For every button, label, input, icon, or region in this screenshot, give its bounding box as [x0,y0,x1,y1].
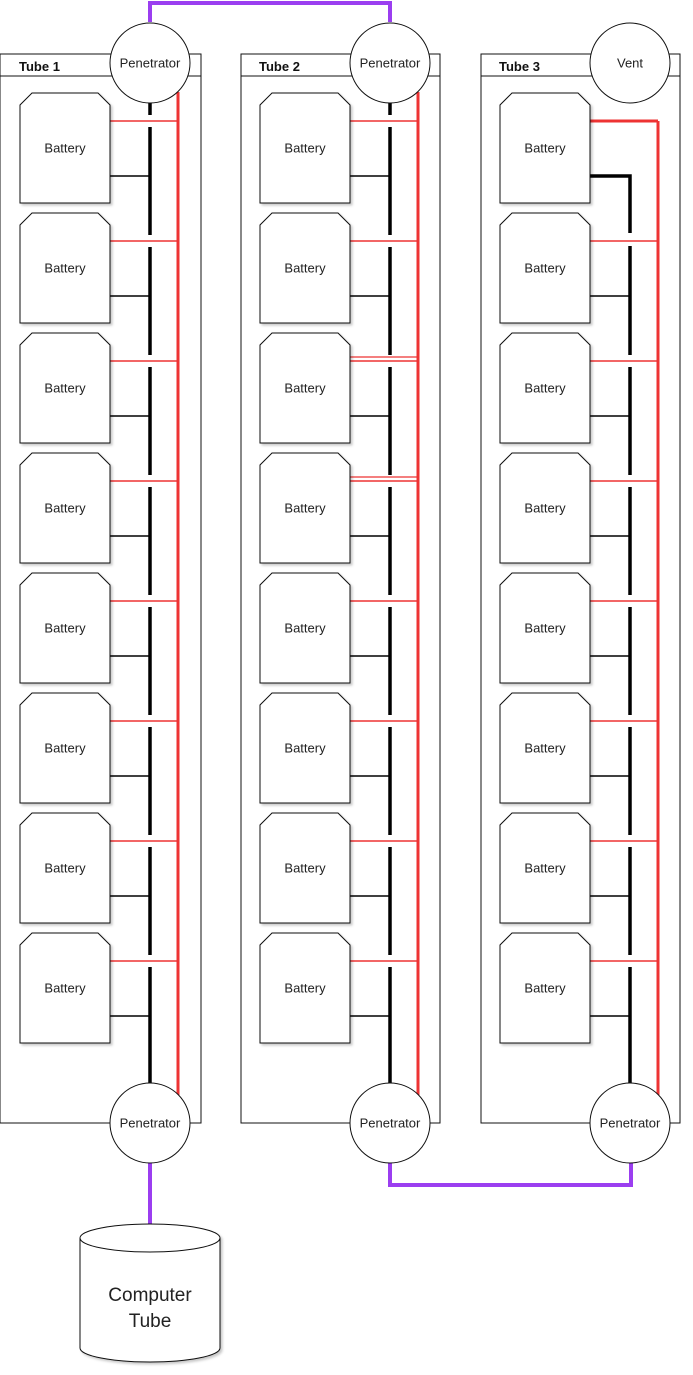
computer-tube-label-line2: Tube [129,1311,172,1332]
tube-2-battery-8-label: Battery [284,981,326,996]
computer-tube: Computer Tube [79,1223,221,1363]
tube-2-top-penetrator-label: Penetrator [360,56,421,71]
tube-2-battery-2-label: Battery [284,261,326,276]
tube-1-battery-6-label: Battery [44,741,86,756]
tube-3-battery-7-label: Battery [524,861,566,876]
tube-2-battery-3: Battery [259,332,351,444]
tube-3-battery-2-label: Battery [524,261,566,276]
tube-1-battery-1: Battery [19,92,111,204]
tube-2-battery-7-label: Battery [284,861,326,876]
cable-tube1-to-tube2 [148,1,392,22]
tube-2-battery-4: Battery [259,452,351,564]
tube-3-battery-6-label: Battery [524,741,566,756]
tube-1-battery-1-label: Battery [44,141,86,156]
tube-3-battery-5: Battery [499,572,591,684]
tube-2-battery-7: Battery [259,812,351,924]
cable-tube2-to-tube3 [388,1163,633,1187]
tube-2-bottom-penetrator: Penetrator [349,1082,431,1164]
tube-2-battery-6-label: Battery [284,741,326,756]
tube-1-battery-8-label: Battery [44,981,86,996]
tube-1-battery-3-label: Battery [44,381,86,396]
tube-1-top-penetrator: Penetrator [109,22,191,104]
tube-3-battery-8: Battery [499,932,591,1044]
tube-2-battery-3-label: Battery [284,381,326,396]
tube-3-battery-6: Battery [499,692,591,804]
tube-1-battery-6: Battery [19,692,111,804]
tube-3-battery-3-label: Battery [524,381,566,396]
tube-2-battery-2: Battery [259,212,351,324]
tube-1-title: Tube 1 [19,59,60,74]
tube-1-battery-3: Battery [19,332,111,444]
computer-tube-top [79,1223,221,1253]
tube-1-battery-7-label: Battery [44,861,86,876]
tube-3-bottom-penetrator: Penetrator [589,1082,671,1164]
tube-1-battery-8: Battery [19,932,111,1044]
tube-3-battery-4-label: Battery [524,501,566,516]
tube-2-battery-5: Battery [259,572,351,684]
tube-3-battery-4: Battery [499,452,591,564]
tube-3-battery-1: Battery [499,92,591,204]
tube-3-battery-7: Battery [499,812,591,924]
tube-2-battery-4-label: Battery [284,501,326,516]
tube-1-battery-4: Battery [19,452,111,564]
tube-3-battery-2: Battery [499,212,591,324]
tube-2-battery-8: Battery [259,932,351,1044]
tube-3-battery-8-label: Battery [524,981,566,996]
tube-1-battery-5: Battery [19,572,111,684]
tube-2-battery-1: Battery [259,92,351,204]
tube-2-battery-1-label: Battery [284,141,326,156]
tube-3-bottom-penetrator-label: Penetrator [600,1116,661,1131]
battery-wiring-diagram: Tube 1 Tube 2 Tube 3 Battery Battery Batte… [0,1,681,1363]
tube-3-vent-label: Vent [617,56,643,71]
tube-2-top-penetrator: Penetrator [349,22,431,104]
tube-3-battery-3: Battery [499,332,591,444]
tube-2-title: Tube 2 [259,59,300,74]
tube-3-battery-5-label: Battery [524,621,566,636]
tube-1-battery-2-label: Battery [44,261,86,276]
tube-1-bottom-penetrator-label: Penetrator [120,1116,181,1131]
tube-1-battery-4-label: Battery [44,501,86,516]
tube-1-battery-7: Battery [19,812,111,924]
tube-2-bottom-penetrator-label: Penetrator [360,1116,421,1131]
tube-1-top-penetrator-label: Penetrator [120,56,181,71]
tube-1-battery-5-label: Battery [44,621,86,636]
tube-3-title: Tube 3 [499,59,540,74]
tube-2-battery-6: Battery [259,692,351,804]
tube-1-bottom-penetrator: Penetrator [109,1082,191,1164]
tube-1-battery-2: Battery [19,212,111,324]
computer-tube-label-line1: Computer [108,1285,192,1306]
tube-2-battery-5-label: Battery [284,621,326,636]
tube-3-vent: Vent [589,22,671,104]
tube-3-battery-1-label: Battery [524,141,566,156]
